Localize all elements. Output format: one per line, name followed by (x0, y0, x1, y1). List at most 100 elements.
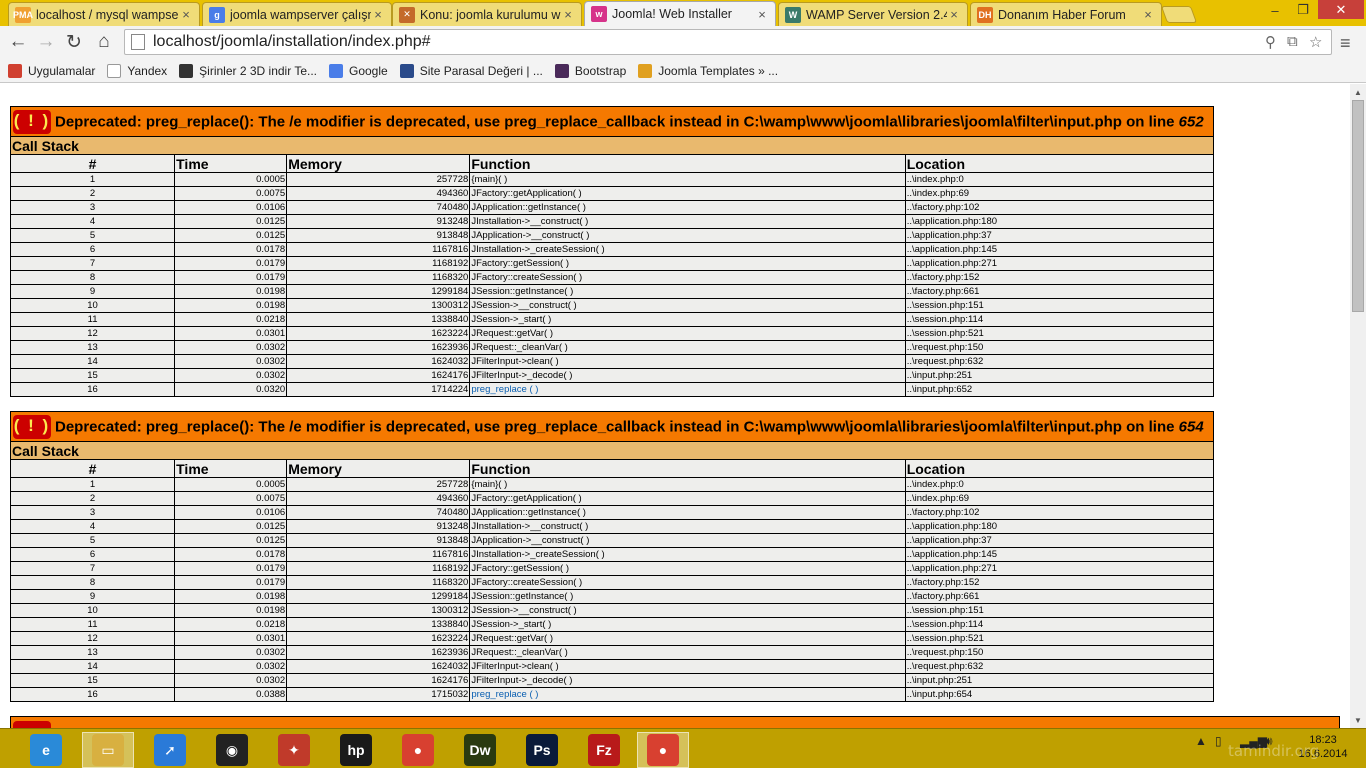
scroll-down-icon[interactable]: ▼ (1350, 712, 1366, 728)
table-cell: 8 (9, 270, 176, 285)
table-cell: 0.0320 (174, 382, 288, 397)
bookmark-item[interactable]: Yandex (107, 63, 167, 78)
menu-icon[interactable]: ≡ (1340, 33, 1356, 54)
minimize-icon[interactable]: ‒ (1262, 0, 1288, 20)
table-cell: 9 (9, 284, 176, 299)
bookmark-item[interactable]: Uygulamalar (8, 63, 95, 78)
table-cell: 1714224 (286, 382, 471, 397)
table-cell: JRequest::getVar( ) (469, 326, 906, 341)
function-doc-link[interactable]: preg_replace ( ) (471, 384, 538, 395)
table-cell: 10 (9, 603, 176, 618)
home-icon[interactable]: ⌂ (92, 30, 116, 54)
show-hidden-icons-icon[interactable]: ▲ (1195, 734, 1207, 748)
table-cell: 0.0302 (174, 340, 288, 355)
table-cell: 0.0179 (174, 575, 288, 590)
table-row: 14 0.0302 1624032 JFilterInput->clean( ) ..\… (9, 659, 1215, 674)
table-cell: 1167816 (286, 242, 471, 257)
error-text: Deprecated: preg_replace(): The /e modif… (55, 113, 1179, 130)
taskbar-app[interactable]: ✦ (268, 732, 320, 768)
table-cell: 0.0302 (174, 673, 288, 688)
table-cell: ..\request.php:632 (904, 354, 1215, 369)
back-icon[interactable]: ← (6, 30, 30, 54)
table-cell: preg_replace ( ) (469, 687, 906, 702)
bookmark-item[interactable]: Google (329, 63, 388, 78)
web-icon: w (591, 6, 607, 22)
reload-icon[interactable]: ↻ (62, 30, 86, 54)
tab-close-icon[interactable]: × (561, 7, 575, 22)
table-cell: ..\session.php:114 (904, 617, 1215, 632)
table-cell: 740480 (286, 505, 471, 520)
table-cell: ..\application.php:37 (904, 533, 1215, 548)
browser-tab[interactable]: g joomla wampserver çalışm × (202, 2, 392, 26)
taskbar: e ▭ ➚ ◉ ✦ hp ● Dw Ps Fz ● (0, 728, 1366, 768)
bookmark-item[interactable]: Bootstrap (554, 63, 626, 78)
taskbar-app[interactable]: ◉ (206, 732, 258, 768)
error-table-partial (10, 716, 1340, 728)
new-tab-button[interactable] (1160, 6, 1198, 23)
url-text[interactable]: localhost/joomla/installation/index.php# (153, 33, 431, 51)
zoom-search-icon[interactable]: ⚲ (1265, 33, 1276, 51)
table-cell: 0.0218 (174, 617, 288, 632)
table-cell: JRequest::_cleanVar( ) (469, 340, 906, 355)
tab-close-icon[interactable]: × (755, 7, 769, 22)
photoshop-icon: Ps (526, 734, 558, 766)
taskbar-app[interactable]: Ps (516, 732, 568, 768)
browser-tab[interactable]: w Joomla! Web Installer × (584, 1, 776, 26)
table-cell: 0.0125 (174, 228, 288, 243)
column-header: Memory (286, 154, 471, 173)
table-cell: 0.0005 (174, 172, 288, 187)
bookmark-star-icon[interactable]: ☆ (1309, 33, 1322, 51)
table-cell: JSession::getInstance( ) (469, 589, 906, 604)
error-message: ( ! ) Deprecated: preg_replace(): The /e … (10, 411, 1214, 442)
table-cell: 257728 (286, 477, 471, 492)
tab-close-icon[interactable]: × (371, 7, 385, 22)
bookmark-item[interactable]: Joomla Templates » ... (638, 63, 778, 78)
taskbar-app[interactable]: ➚ (144, 732, 196, 768)
table-row: 1 0.0005 257728 {main}( ) ..\index.php:0 (9, 172, 1215, 187)
table-cell: 3 (9, 505, 176, 520)
table-cell: 0.0178 (174, 242, 288, 257)
scroll-up-icon[interactable]: ▲ (1350, 84, 1366, 100)
function-doc-link[interactable]: preg_replace ( ) (471, 689, 538, 700)
warning-icon: ( ! ) (13, 414, 51, 439)
window-close-button[interactable]: ✕ (1318, 0, 1364, 19)
table-cell: 1624032 (286, 354, 471, 369)
bookmark-item[interactable]: Site Parasal Değeri | ... (399, 63, 543, 78)
table-cell: 0.0302 (174, 645, 288, 660)
browser-tab[interactable]: DH Donanım Haber Forum × (970, 2, 1162, 26)
browser-tab[interactable]: PMA localhost / mysql wampse × (8, 2, 200, 26)
tab-close-icon[interactable]: × (1141, 7, 1155, 22)
table-cell: 1168320 (286, 270, 471, 285)
tab-close-icon[interactable]: × (947, 7, 961, 22)
table-cell: 1338840 (286, 312, 471, 327)
browser-tab[interactable]: ✕ Konu: joomla kurulumu w × (392, 2, 582, 26)
battery-icon[interactable]: ▯ (1215, 734, 1222, 748)
table-cell: JFactory::getSession( ) (469, 256, 906, 271)
tab-close-icon[interactable]: × (179, 7, 193, 22)
maximize-icon[interactable]: ❐ (1290, 0, 1316, 20)
table-row: 9 0.0198 1299184 JSession::getInstance( )..… (9, 589, 1215, 604)
table-cell: 257728 (286, 172, 471, 187)
table-cell: 0.0388 (174, 687, 288, 702)
taskbar-app[interactable]: ● (392, 732, 444, 768)
vertical-scrollbar[interactable]: ▲ ▼ (1350, 84, 1366, 728)
table-cell: 13 (9, 645, 176, 660)
table-cell: ..\factory.php:102 (904, 200, 1215, 215)
table-cell: 1168320 (286, 575, 471, 590)
taskbar-app[interactable]: Fz (578, 732, 630, 768)
taskbar-app[interactable]: ▭ (82, 732, 134, 768)
forward-icon[interactable]: → (34, 30, 58, 54)
bookmark-item[interactable]: Şirinler 2 3D indir Te... (179, 63, 317, 78)
taskbar-app[interactable]: hp (330, 732, 382, 768)
taskbar-app[interactable]: Dw (454, 732, 506, 768)
table-row: 15 0.0302 1624176 JFilterInput->_decode( ).… (9, 673, 1215, 688)
taskbar-app[interactable]: ● (637, 732, 689, 768)
table-cell: 1299184 (286, 284, 471, 299)
translate-icon[interactable]: ⧉ (1287, 33, 1298, 50)
address-bar[interactable]: localhost/joomla/installation/index.php#… (124, 29, 1332, 55)
table-row: 6 0.0178 1167816 JInstallation->_createSess… (9, 242, 1215, 257)
taskbar-app[interactable]: e (20, 732, 72, 768)
scrollbar-thumb[interactable] (1352, 100, 1364, 312)
table-cell: JInstallation->_createSession( ) (469, 242, 906, 257)
browser-tab[interactable]: W WAMP Server Version 2.4 × (778, 2, 968, 26)
